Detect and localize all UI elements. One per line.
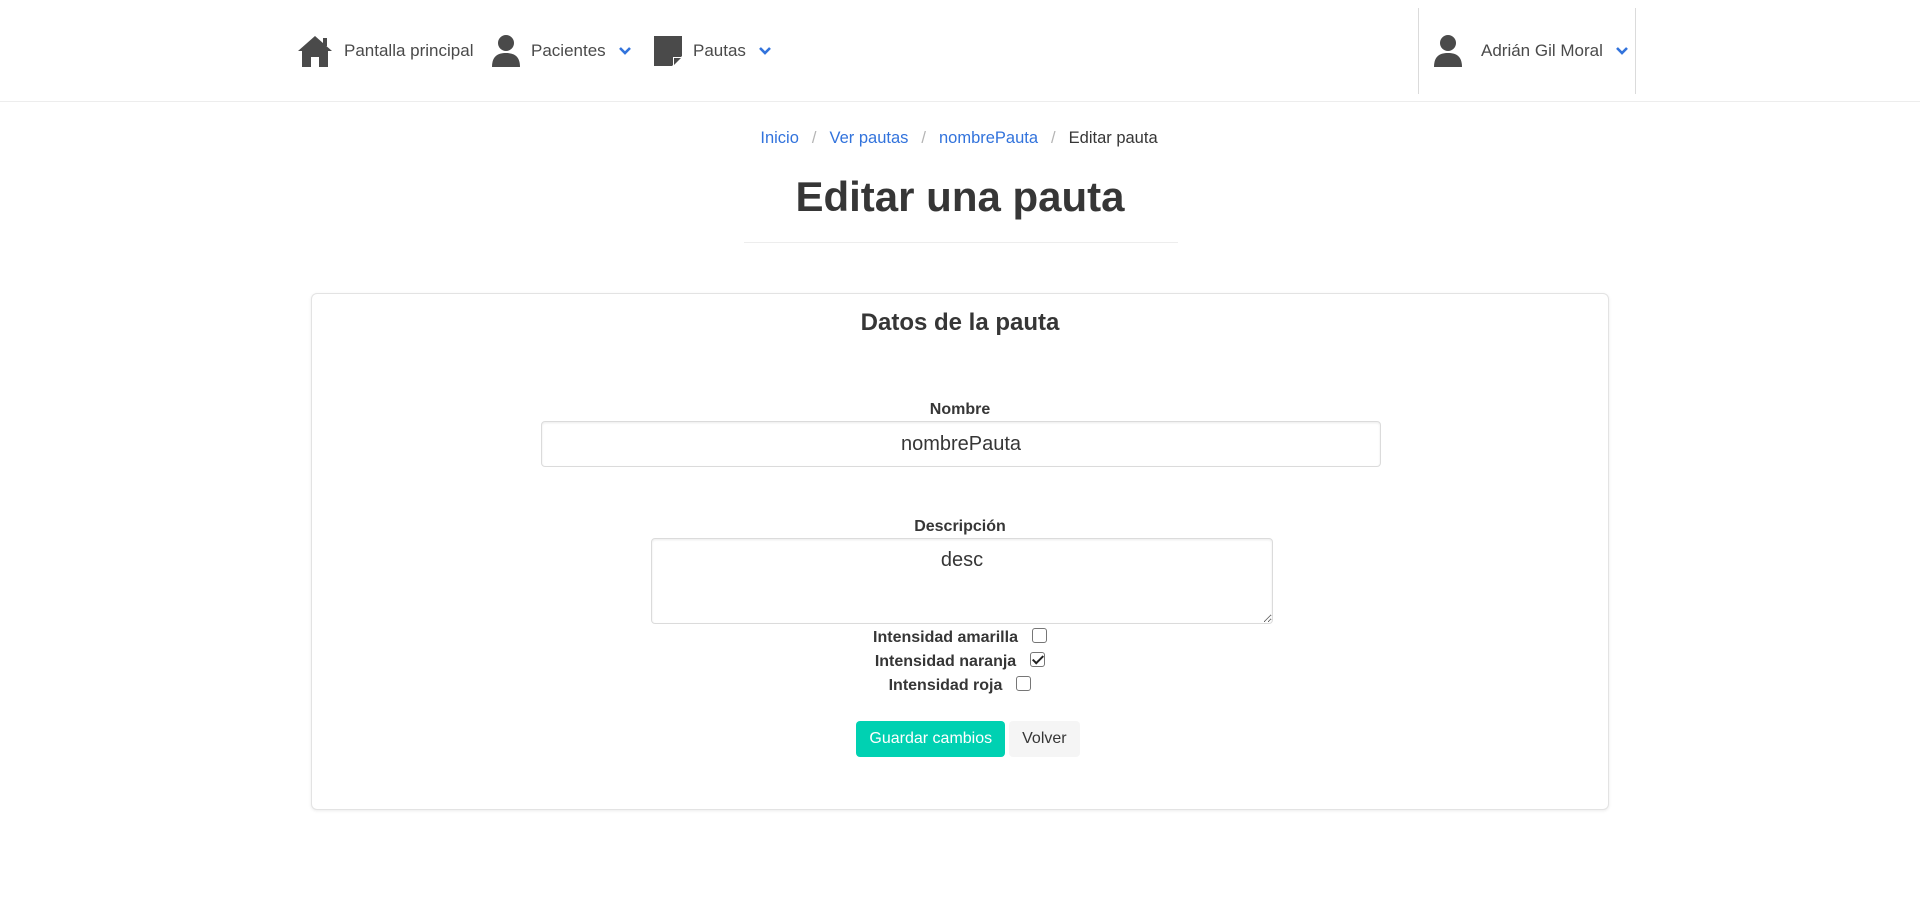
title-divider xyxy=(744,242,1178,243)
page-title: Editar una pauta xyxy=(795,173,1125,220)
breadcrumb-ver-pautas[interactable]: Ver pautas xyxy=(829,127,908,149)
checkbox-row-naranja: Intensidad naranja xyxy=(312,650,1608,674)
breadcrumb-separator: / xyxy=(1051,129,1056,147)
nav-pautas-dropdown[interactable]: Pautas xyxy=(653,0,772,102)
chevron-down-icon xyxy=(1615,46,1629,56)
checkbox-naranja[interactable] xyxy=(1030,651,1046,667)
nav-pautas-label: Pautas xyxy=(693,41,746,60)
breadcrumb-pauta-name[interactable]: nombrePauta xyxy=(939,127,1038,149)
nav-home-link[interactable]: Pantalla principal xyxy=(296,0,473,102)
checkbox-row-amarilla: Intensidad amarilla xyxy=(312,626,1608,650)
save-changes-button[interactable]: Guardar cambios xyxy=(856,721,1006,757)
description-label: Descripción xyxy=(914,518,1006,535)
nav-patients-label: Pacientes xyxy=(531,41,606,60)
checkbox-label-naranja: Intensidad naranja xyxy=(874,653,1017,670)
user-icon xyxy=(1433,34,1463,68)
breadcrumb-inicio[interactable]: Inicio xyxy=(760,127,799,149)
name-input[interactable] xyxy=(541,421,1381,467)
card-title: Datos de la pauta xyxy=(860,309,1060,336)
breadcrumb-separator: / xyxy=(921,129,926,147)
checkbox-amarilla[interactable] xyxy=(1031,627,1047,643)
name-label: Nombre xyxy=(929,401,991,418)
checkbox-roja[interactable] xyxy=(1016,675,1032,691)
top-navbar: Pantalla principal Pacientes Pautas Adri… xyxy=(0,0,1920,102)
form-actions: Guardar cambios Volver xyxy=(312,721,1608,757)
breadcrumb-current: Editar pauta xyxy=(1068,129,1158,147)
user-name-label: Adrián Gil Moral xyxy=(1481,41,1603,60)
checkbox-row-roja: Intensidad roja xyxy=(312,674,1608,698)
sticky-note-icon xyxy=(653,35,683,67)
nav-patients-dropdown[interactable]: Pacientes xyxy=(491,0,632,102)
breadcrumb-separator: / xyxy=(811,129,817,147)
checkbox-label-roja: Intensidad roja xyxy=(888,677,1003,694)
back-button[interactable]: Volver xyxy=(1009,721,1080,757)
description-textarea[interactable]: desc xyxy=(651,538,1273,624)
user-icon xyxy=(491,34,521,68)
home-icon xyxy=(296,34,334,68)
pauta-form-card: Datos de la pauta Nombre Descripción des… xyxy=(311,293,1609,810)
chevron-down-icon xyxy=(758,46,772,56)
nav-home-label: Pantalla principal xyxy=(344,41,474,60)
checkbox-label-amarilla: Intensidad amarilla xyxy=(873,629,1018,646)
chevron-down-icon xyxy=(618,46,632,56)
user-menu-dropdown[interactable]: Adrián Gil Moral xyxy=(1418,8,1636,94)
breadcrumb: Inicio / Ver pautas / nombrePauta / Edit… xyxy=(0,127,1920,149)
